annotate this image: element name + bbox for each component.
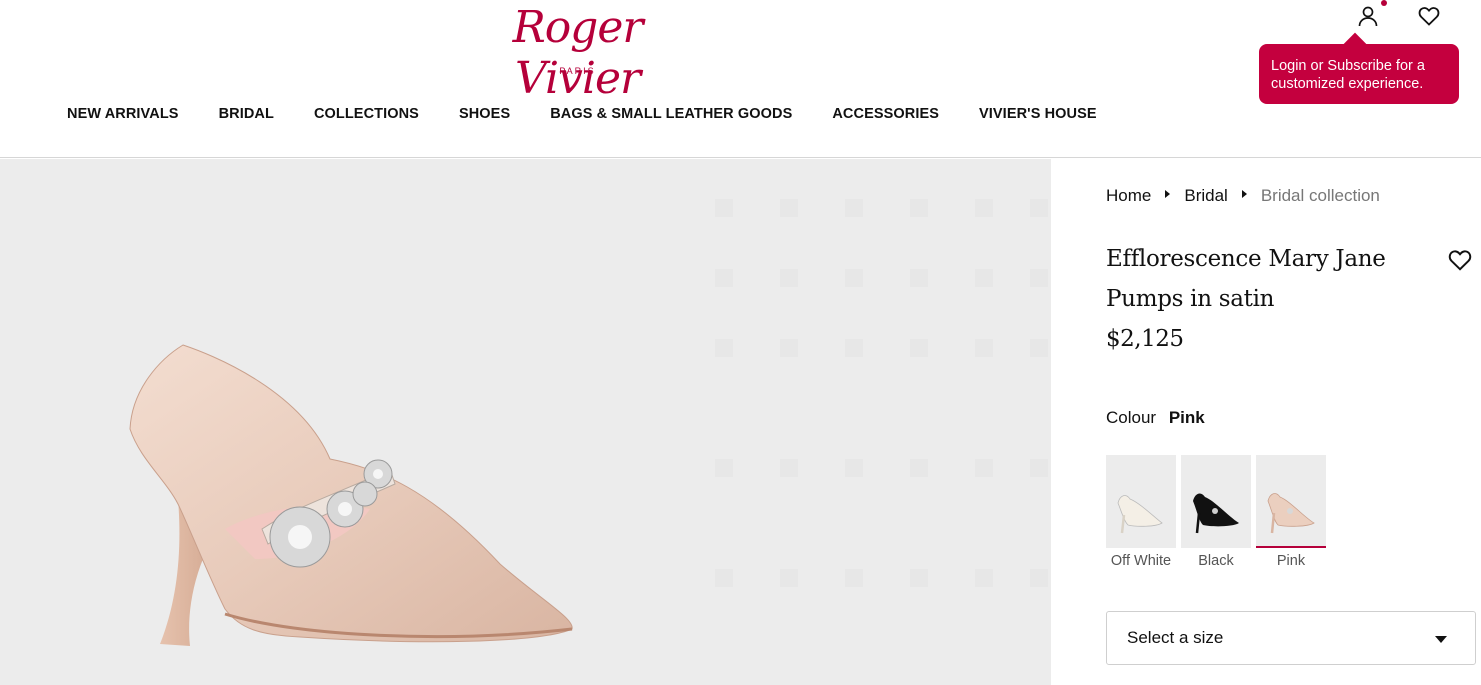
swatch-image <box>1256 455 1326 548</box>
colour-row: Colour Pink <box>1106 408 1205 428</box>
colour-label: Colour <box>1106 408 1157 427</box>
login-tooltip[interactable]: Login or Subscribe for a customized expe… <box>1259 44 1459 104</box>
brand-name: Roger Vivier <box>512 2 644 104</box>
swatch-image <box>1106 455 1176 548</box>
heart-icon[interactable] <box>1417 4 1441 28</box>
size-select-label: Select a size <box>1127 628 1224 647</box>
account-icon[interactable] <box>1356 4 1380 28</box>
colour-swatches: Off White Black Pink <box>1106 455 1326 569</box>
colour-value: Pink <box>1168 408 1205 427</box>
swatch-label: Pink <box>1276 553 1306 569</box>
notification-dot <box>1381 0 1387 6</box>
swatch-image <box>1181 455 1251 548</box>
nav-item-bridal[interactable]: BRIDAL <box>219 106 274 122</box>
nav-item-bags[interactable]: BAGS & SMALL LEATHER GOODS <box>550 106 792 122</box>
chevron-right-icon <box>1165 189 1171 198</box>
product-title: Efflorescence Mary Jane Pumps in satin <box>1106 246 1386 312</box>
nav-item-shoes[interactable]: SHOES <box>459 106 510 122</box>
product-price: $2,125 <box>1106 326 1184 352</box>
tooltip-text: Login or Subscribe for a customized expe… <box>1271 58 1425 92</box>
nav-item-accessories[interactable]: ACCESSORIES <box>832 106 939 122</box>
chevron-right-icon <box>1241 189 1247 198</box>
breadcrumb-bridal[interactable]: Bridal <box>1184 186 1227 206</box>
swatch-label: Black <box>1198 553 1234 569</box>
brand-logo[interactable]: Roger Vivier PARIS <box>455 0 700 104</box>
size-select[interactable]: Select a size <box>1106 611 1476 665</box>
shoe-illustration <box>129 199 1048 646</box>
breadcrumb-home[interactable]: Home <box>1106 186 1151 206</box>
swatch-black[interactable]: Black <box>1181 455 1251 569</box>
breadcrumb-current[interactable]: Bridal collection <box>1261 186 1380 206</box>
breadcrumb: Home Bridal Bridal collection <box>1106 186 1380 206</box>
swatch-label: Off White <box>1110 553 1172 569</box>
chevron-down-icon <box>1435 636 1447 643</box>
product-image[interactable] <box>0 159 1051 685</box>
heart-icon[interactable] <box>1447 247 1473 273</box>
main-nav: NEW ARRIVALS BRIDAL COLLECTIONS SHOES BA… <box>67 106 1097 122</box>
nav-item-collections[interactable]: COLLECTIONS <box>314 106 419 122</box>
nav-item-viviers-house[interactable]: VIVIER'S HOUSE <box>979 106 1097 122</box>
swatch-pink[interactable]: Pink <box>1256 455 1326 569</box>
brand-sub: PARIS <box>559 66 596 76</box>
site-header: Roger Vivier PARIS NEW ARRIVALS BRIDAL C… <box>0 0 1481 158</box>
product-details-panel: Home Bridal Bridal collection Effloresce… <box>1052 159 1481 685</box>
nav-item-new-arrivals[interactable]: NEW ARRIVALS <box>67 106 179 122</box>
swatch-off-white[interactable]: Off White <box>1106 455 1176 569</box>
